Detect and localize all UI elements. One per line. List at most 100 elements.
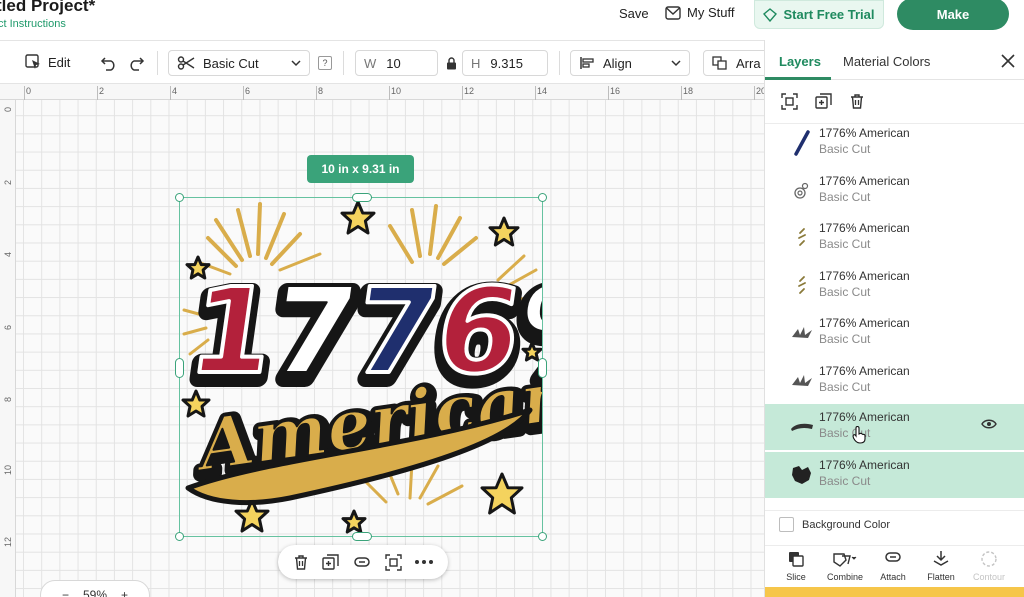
attach-label: Attach — [880, 572, 906, 582]
arrange-select[interactable]: Arra — [703, 50, 773, 76]
layer-row[interactable]: 1776% American Basic Cut — [765, 310, 1024, 356]
resize-handle[interactable] — [538, 532, 547, 541]
layer-list: 1776% American Basic Cut 1776% American … — [765, 124, 1024, 504]
layer-row[interactable]: 1776% American Basic Cut — [765, 215, 1024, 261]
combine-button[interactable]: Combine — [820, 550, 870, 582]
layer-row-selected[interactable]: 1776% American Basic Cut — [765, 404, 1024, 450]
burst-icon — [789, 320, 815, 346]
flatten-button[interactable]: Flatten — [916, 550, 966, 582]
ruler-tick-label: 6 — [242, 86, 251, 100]
layer-name: 1776% American — [819, 269, 910, 283]
diamond-icon — [763, 7, 778, 22]
ruler-tick-label: 2 — [96, 86, 105, 100]
arrange-label: Arra — [736, 55, 761, 71]
height-field[interactable]: H 9.315 — [462, 50, 548, 76]
attach-button[interactable]: Attach — [868, 550, 918, 582]
width-key: W — [364, 55, 377, 71]
background-color-checkbox[interactable] — [779, 517, 794, 532]
save-button[interactable]: Save — [619, 6, 649, 21]
attach-icon — [885, 552, 901, 562]
layer-name: 1776% American — [819, 126, 910, 140]
group-icon[interactable] — [384, 553, 402, 571]
script-icon — [789, 414, 815, 440]
duplicate-icon[interactable] — [815, 93, 832, 110]
make-button[interactable]: Make — [897, 0, 1009, 30]
swirl-icon — [789, 178, 815, 204]
zoom-out-button[interactable]: − — [62, 588, 69, 597]
my-stuff-button[interactable]: My Stuff — [665, 5, 734, 20]
operation-label: Basic Cut — [203, 55, 259, 71]
resize-handle[interactable] — [352, 532, 372, 541]
tab-layers[interactable]: Layers — [779, 54, 821, 69]
slice-button[interactable]: Slice — [771, 550, 821, 582]
layer-row[interactable]: 1776% American Basic Cut — [765, 168, 1024, 214]
layer-operation: Basic Cut — [819, 285, 871, 299]
align-select[interactable]: Align — [570, 50, 690, 76]
stroke-icon — [789, 130, 815, 156]
toolbar-divider — [343, 51, 344, 75]
trash-icon[interactable] — [293, 554, 309, 571]
layer-operation: Basic Cut — [819, 474, 871, 488]
layer-row[interactable]: 1776% American Basic Cut — [765, 358, 1024, 404]
layer-operation: Basic Cut — [819, 190, 871, 204]
lock-icon[interactable] — [446, 57, 457, 70]
layer-name: 1776% American — [819, 221, 910, 235]
layer-actions — [765, 80, 1024, 124]
resize-handle[interactable] — [538, 193, 547, 202]
resize-handle[interactable] — [175, 358, 184, 378]
trash-icon[interactable] — [849, 93, 865, 110]
project-instructions-link[interactable]: ct Instructions — [0, 18, 66, 30]
layer-name: 1776% American — [819, 174, 910, 188]
align-label: Align — [603, 55, 632, 71]
layer-row-selected[interactable]: 1776% American Basic Cut — [765, 452, 1024, 498]
layer-operation: Basic Cut — [819, 332, 871, 346]
duplicate-icon[interactable] — [322, 553, 340, 571]
height-value[interactable]: 9.315 — [490, 56, 523, 71]
start-free-trial-button[interactable]: Start Free Trial — [754, 0, 884, 29]
operation-help-button[interactable]: ? — [318, 56, 332, 70]
zoom-in-button[interactable]: + — [121, 588, 128, 597]
contour-label: Contour — [972, 572, 1006, 582]
contour-button[interactable]: Contour — [964, 550, 1014, 582]
ruler-tick-label: 10 — [3, 464, 13, 475]
silhouette-icon — [789, 462, 815, 488]
scissors-icon — [177, 56, 195, 70]
mail-icon — [665, 5, 681, 20]
layer-row[interactable]: 1776% American Basic Cut — [765, 124, 1024, 166]
more-options-icon[interactable] — [415, 560, 434, 564]
undo-icon[interactable] — [100, 55, 118, 71]
layer-row[interactable]: 1776% American Basic Cut — [765, 263, 1024, 309]
tab-material-colors[interactable]: Material Colors — [843, 54, 930, 69]
combine-label: Combine — [826, 572, 864, 582]
ruler-tick-label: 10 — [388, 86, 402, 100]
operation-select[interactable]: Basic Cut — [168, 50, 310, 76]
group-icon[interactable] — [781, 93, 798, 110]
project-title[interactable]: tled Project* — [0, 0, 95, 16]
ruler-tick-label: 14 — [534, 86, 548, 100]
background-color-row[interactable]: Background Color — [765, 510, 1024, 540]
lines-icon — [789, 225, 815, 251]
edit-button[interactable]: Edit — [24, 53, 70, 71]
width-field[interactable]: W 10 — [355, 50, 438, 76]
resize-handle[interactable] — [175, 193, 184, 202]
notification-strip — [765, 587, 1024, 597]
resize-handle[interactable] — [538, 358, 547, 378]
edit-label: Edit — [48, 54, 71, 70]
close-icon[interactable] — [1001, 54, 1015, 68]
layer-name: 1776% American — [819, 458, 910, 472]
layer-operation: Basic Cut — [819, 380, 871, 394]
arrange-icon — [712, 56, 727, 70]
attach-icon[interactable] — [353, 556, 371, 568]
selection-box[interactable] — [175, 193, 547, 541]
horizontal-ruler: 0 2 4 6 8 10 12 14 16 18 20 — [0, 84, 766, 100]
resize-handle[interactable] — [175, 532, 184, 541]
panel-tabs: Layers Material Colors — [765, 40, 1024, 80]
redo-icon[interactable] — [127, 55, 145, 71]
chevron-down-icon — [291, 59, 301, 66]
width-value[interactable]: 10 — [386, 56, 400, 71]
zoom-control: − 59% + — [40, 580, 150, 597]
ruler-tick-label: 4 — [3, 251, 13, 257]
resize-handle[interactable] — [352, 193, 372, 202]
eye-icon[interactable] — [981, 418, 997, 430]
ruler-tick-label: 12 — [3, 536, 13, 547]
